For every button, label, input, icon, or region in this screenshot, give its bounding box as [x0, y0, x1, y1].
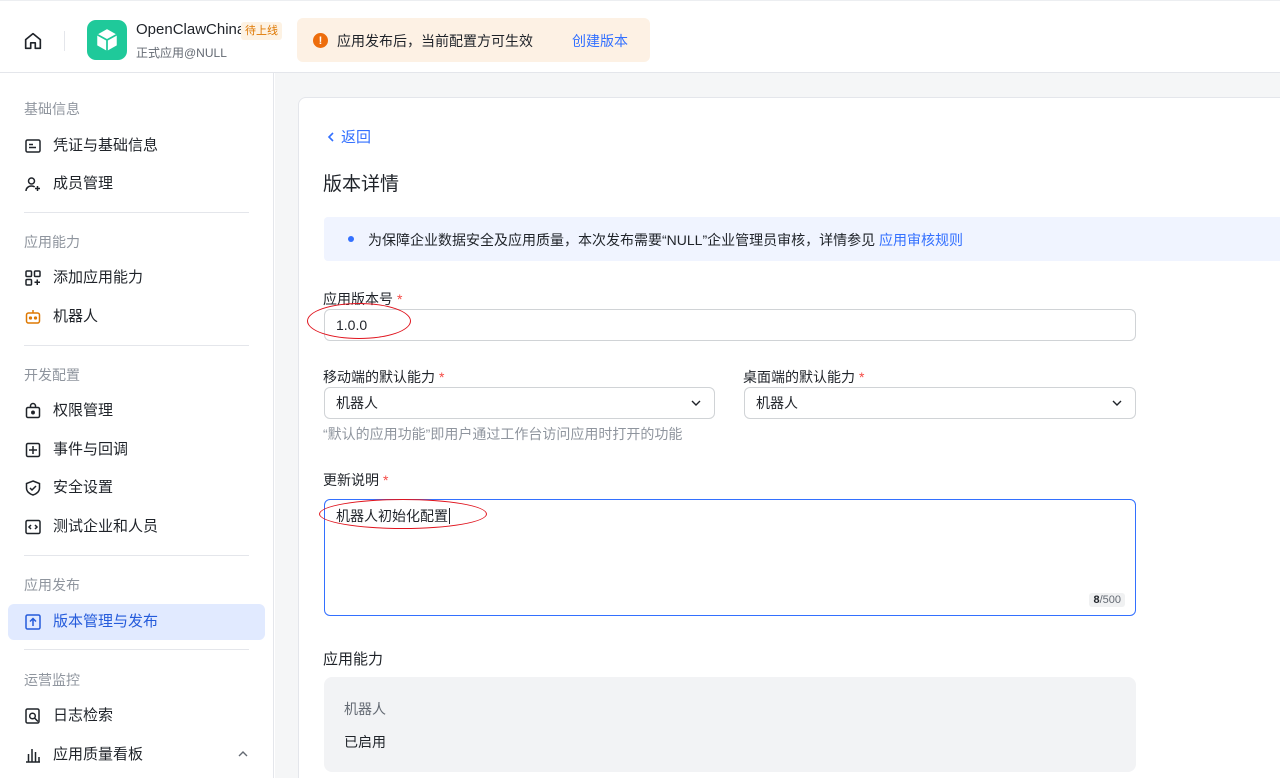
sidebar-item-label: 凭证与基础信息 [53, 137, 159, 154]
page-title: 版本详情 [323, 174, 400, 195]
required-mark: * [439, 369, 445, 385]
chevron-up-icon[interactable] [237, 748, 249, 760]
required-mark: * [383, 472, 389, 488]
warning-icon: ! [313, 33, 328, 48]
sidebar-section-title: 应用能力 [24, 234, 80, 250]
desktop-default-select[interactable]: 机器人 [744, 387, 1136, 419]
sidebar-divider [24, 555, 249, 556]
sidebar-item-permissions[interactable]: 权限管理 [8, 393, 265, 429]
robot-icon [25, 310, 41, 324]
sidebar-item-label: 安全设置 [53, 479, 114, 496]
sidebar-section-title: 运营监控 [24, 672, 80, 688]
review-info-bar: 为保障企业数据安全及应用质量，本次发布需要“NULL”企业管理员审核，详情参见 … [324, 217, 1280, 261]
sidebar-item-security[interactable]: 安全设置 [8, 470, 265, 506]
home-icon[interactable] [22, 30, 44, 52]
app-subtitle: 正式应用@NULL [136, 46, 227, 60]
capability-section-title: 应用能力 [323, 651, 384, 668]
version-label: 应用版本号 * [323, 291, 403, 307]
chevron-down-icon [1112, 400, 1122, 406]
add-capability-grid-icon [25, 270, 41, 286]
sidebar-section-title: 基础信息 [24, 101, 80, 117]
required-mark: * [397, 291, 403, 307]
sidebar-divider [24, 345, 249, 346]
notice-text: 应用发布后，当前配置方可生效 [337, 33, 533, 49]
capability-name: 机器人 [344, 701, 386, 717]
log-search-icon [25, 708, 40, 724]
sidebar-item-add-capability[interactable]: 添加应用能力 [8, 260, 265, 296]
sidebar-divider [24, 212, 249, 213]
sidebar-divider [24, 649, 249, 650]
sidebar-item-label: 机器人 [53, 308, 99, 325]
sidebar-item-quality-dashboard[interactable]: 应用质量看板 [8, 737, 265, 773]
version-input[interactable]: 1.0.0 [324, 309, 1136, 341]
sidebar-item-label: 权限管理 [53, 402, 114, 419]
sidebar-item-label: 应用质量看板 [53, 746, 144, 763]
sidebar: 基础信息 凭证与基础信息 成员管理 应用能力 添加应用能力 机器人 开发配置 权… [0, 73, 274, 778]
chevron-down-icon [691, 400, 701, 406]
credential-card-icon [25, 139, 41, 153]
code-test-icon [25, 519, 41, 535]
sidebar-item-label: 测试企业和人员 [53, 518, 159, 535]
sidebar-item-members[interactable]: 成员管理 [8, 166, 265, 202]
permission-lock-icon [25, 402, 41, 419]
select-value: 机器人 [756, 395, 798, 411]
publish-notice: ! 应用发布后，当前配置方可生效 创建版本 [297, 18, 650, 62]
bullet-dot [348, 236, 354, 242]
header-divider [64, 31, 65, 51]
required-mark: * [859, 369, 865, 385]
default-capability-hint: “默认的应用功能”即用户通过工作台访问应用时打开的功能 [323, 426, 683, 442]
app-name: OpenClawChina [136, 21, 246, 38]
sidebar-section-title: 应用发布 [24, 577, 80, 593]
sidebar-item-test-users[interactable]: 测试企业和人员 [8, 509, 265, 545]
sidebar-item-label: 事件与回调 [53, 441, 129, 458]
sidebar-section-title: 开发配置 [24, 367, 80, 383]
sidebar-item-label: 日志检索 [53, 707, 114, 724]
review-rules-link[interactable]: 应用审核规则 [879, 232, 963, 248]
chevron-left-icon [327, 131, 334, 142]
add-member-icon [25, 177, 40, 192]
sidebar-item-log-search[interactable]: 日志检索 [8, 698, 265, 734]
mobile-default-select[interactable]: 机器人 [324, 387, 715, 419]
review-info-text: 为保障企业数据安全及应用质量，本次发布需要“NULL”企业管理员审核，详情参见 … [368, 232, 964, 248]
shield-check-icon [25, 480, 41, 496]
capability-card: 机器人 已启用 [324, 677, 1136, 772]
release-notes-text: 机器人初始化配置 [336, 508, 448, 524]
sidebar-item-label: 成员管理 [53, 175, 114, 192]
char-counter: 8/500 [1089, 593, 1125, 607]
sidebar-item-robot[interactable]: 机器人 [8, 299, 265, 335]
upload-version-icon [25, 614, 41, 630]
back-link[interactable]: 返回 [325, 126, 371, 147]
text-caret [449, 508, 450, 524]
bar-chart-icon [26, 749, 40, 763]
back-label: 返回 [341, 129, 372, 146]
sidebar-item-credentials[interactable]: 凭证与基础信息 [8, 128, 265, 164]
capability-status: 已启用 [344, 734, 386, 750]
sidebar-item-events[interactable]: 事件与回调 [8, 432, 265, 468]
select-value: 机器人 [336, 395, 378, 411]
sidebar-item-version-release[interactable]: 版本管理与发布 [8, 604, 265, 640]
app-logo [87, 20, 127, 60]
app-status-badge: 待上线 [241, 22, 282, 40]
sidebar-item-label: 添加应用能力 [53, 269, 144, 286]
desktop-default-label: 桌面端的默认能力 * [743, 369, 865, 385]
top-header: OpenClawChina 待上线 正式应用@NULL ! 应用发布后，当前配置… [0, 0, 1280, 73]
mobile-default-label: 移动端的默认能力 * [323, 369, 445, 385]
release-notes-label: 更新说明 * [323, 472, 389, 488]
create-version-link[interactable]: 创建版本 [572, 31, 628, 51]
cube-icon [96, 29, 118, 51]
release-notes-textarea[interactable]: 机器人初始化配置 8/500 [324, 499, 1136, 616]
event-callback-icon [25, 442, 41, 458]
sidebar-item-label: 版本管理与发布 [53, 613, 159, 630]
